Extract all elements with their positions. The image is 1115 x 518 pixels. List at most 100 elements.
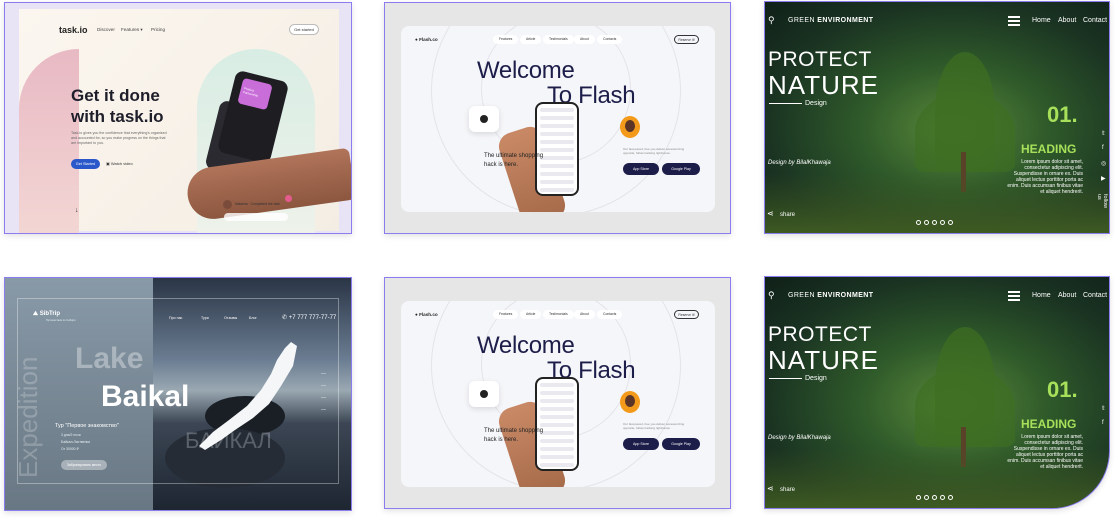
share-label[interactable]: share [780,487,795,493]
flash-nav-testimonials[interactable]: Testimonials [543,35,574,44]
slide-number: 01. [1047,102,1078,127]
baikal-vertical-text: Expedition [13,356,43,478]
baikal-nav-about[interactable]: Про нас [169,316,182,320]
nav-contact[interactable]: Contact [1083,292,1107,299]
slide-dots[interactable] [916,220,953,225]
app-store-button[interactable]: App Store [623,438,659,450]
task-nav-features[interactable]: Features ▾ [121,27,143,33]
task-cta-button[interactable]: Get Started [71,159,100,169]
follow-us-text[interactable]: follow us [1096,194,1108,208]
flash-logo-label: Flash.co [419,37,438,42]
tour-title: Тур "Первое знакомство" [55,423,119,429]
card-baikal[interactable]: Lake Baikal Expedition БАЙКАЛ ⛰ SibTrip … [4,277,352,511]
flash-nav-contacts[interactable]: Contacts [597,310,623,319]
google-play-button[interactable]: Google Play [662,438,700,450]
flash-reserve-button[interactable]: Reserve it! [674,310,699,319]
green-brand-1: GREEN [788,17,815,24]
slide-text: Lorem ipsum dolor sit amet, consectetur … [1007,159,1083,195]
sibtrip-logo[interactable]: ⛰ SibTrip [33,311,60,318]
green-brand-1: GREEN [788,292,815,299]
baikal-nav-blog[interactable]: Блог [249,316,257,320]
flash-nav-contacts[interactable]: Contacts [597,35,623,44]
flash-page: ● Flash.co Features Article Testimonials… [401,26,715,212]
twitter-icon[interactable]: 𝕥 [1102,130,1105,137]
search-icon[interactable]: ⚲ [768,290,775,301]
flash-logo[interactable]: ● Flash.co [415,37,438,42]
app-store-button[interactable]: App Store [623,163,659,175]
nav-home[interactable]: Home [1032,17,1051,24]
flash-headline-1: Welcome [477,57,575,84]
share-icon[interactable]: ⋖ [767,209,774,218]
task-watch-label: Watch video [110,161,133,166]
green-brand[interactable]: GREEN ENVIRONMENT [788,17,873,24]
task-nav-discover[interactable]: Discover [97,27,115,32]
baikal-nav-tours[interactable]: Тури [201,316,209,320]
flash-nav-about[interactable]: About [574,35,595,44]
flash-reserve-button[interactable]: Reserve it! [674,35,699,44]
google-play-button[interactable]: Google Play [662,163,700,175]
slide-heading: HEADING [1021,142,1077,156]
flash-nav-features[interactable]: Features [493,310,519,319]
facebook-icon[interactable]: f [1102,145,1104,151]
flash-tagline-line1: The ultimate shopping [484,153,544,159]
menu-icon[interactable] [1008,291,1020,293]
flash-nav-testimonials[interactable]: Testimonials [543,310,574,319]
card-flash-top[interactable]: ● Flash.co Features Article Testimonials… [384,2,731,234]
avatar [223,200,232,209]
green-brand[interactable]: GREEN ENVIRONMENT [788,292,873,299]
task-card-bar [224,213,288,221]
menu-icon-bar3 [1008,299,1020,301]
slide-text: Lorem ipsum dolor sit amet, consectetur … [1007,434,1083,470]
baikal-cyrillic: БАЙКАЛ [185,428,272,453]
instagram-icon[interactable]: ◎ [1101,160,1106,167]
slide-number: 01. [1047,377,1078,402]
green-nature: NATURE [768,70,879,100]
flash-nav-article[interactable]: Article [520,35,542,44]
flash-tagline: The ultimate shopping hack is here. [484,427,554,444]
task-card-caption: Natasha · Completed the task [235,202,280,206]
task-watch-video[interactable]: ▣ Watch video [106,161,133,166]
task-headline-line1: Get it done [71,86,160,105]
share-label[interactable]: share [780,212,795,218]
green-design: Design [805,100,827,107]
flash-logo[interactable]: ● Flash.co [415,312,438,317]
app-store-label: App Store [633,442,649,446]
design-credit: Design by BilalKhawaja [768,160,831,166]
flash-mark-icon [480,390,488,398]
slide-dots[interactable] [916,495,953,500]
flash-nav-features[interactable]: Features [493,35,519,44]
nav-about[interactable]: About [1058,292,1076,299]
design-credit: Design by BilalKhawaja [768,435,831,441]
nav-home[interactable]: Home [1032,292,1051,299]
search-icon[interactable]: ⚲ [768,15,775,26]
task-get-started-button[interactable]: Get started [289,24,319,35]
book-button[interactable]: Забронировать место [61,460,107,470]
task-logo[interactable]: task.io [59,25,88,35]
twitter-icon[interactable]: 𝕥 [1102,405,1105,412]
flash-nav-about[interactable]: About [574,310,595,319]
phone-icon[interactable]: ✆ +7 777 777-77-77 [282,314,336,321]
task-blob [19,49,79,233]
menu-icon-bar2 [1008,20,1020,22]
flash-page: ● Flash.co Features Article Testimonials… [401,301,715,487]
menu-icon[interactable] [1008,16,1020,18]
share-icon[interactable]: ⋖ [767,484,774,493]
task-nav-pricing[interactable]: Pricing [151,27,165,32]
card-flash-bottom[interactable]: ● Flash.co Features Article Testimonials… [384,277,731,509]
baikal-nav-reviews[interactable]: Отзывы [224,316,237,320]
youtube-icon[interactable]: ▶ [1101,175,1106,182]
card-green-bottom[interactable]: ⚲ GREEN ENVIRONMENT Home About Contact P… [764,276,1110,509]
arrow-down-icon[interactable]: ↓ [75,207,79,214]
baikal-side-dots[interactable]: — — — — [321,368,326,416]
card-task-io[interactable]: task.io Discover Features ▾ Pricing Get … [4,2,352,234]
nav-about[interactable]: About [1058,17,1076,24]
google-play-label: Google Play [671,442,691,446]
tour-detail-2: Байкал-Лиственка [61,440,90,444]
flash-mark-icon [480,115,488,123]
flash-nav-article[interactable]: Article [520,310,542,319]
divider-line [769,103,802,104]
nav-contact[interactable]: Contact [1083,17,1107,24]
card-green-top[interactable]: ⚲ GREEN ENVIRONMENT Home About Contact P… [764,1,1110,234]
facebook-icon[interactable]: f [1102,420,1104,426]
sibtrip-logo-sub: Путешествия по Сибири [46,319,76,322]
